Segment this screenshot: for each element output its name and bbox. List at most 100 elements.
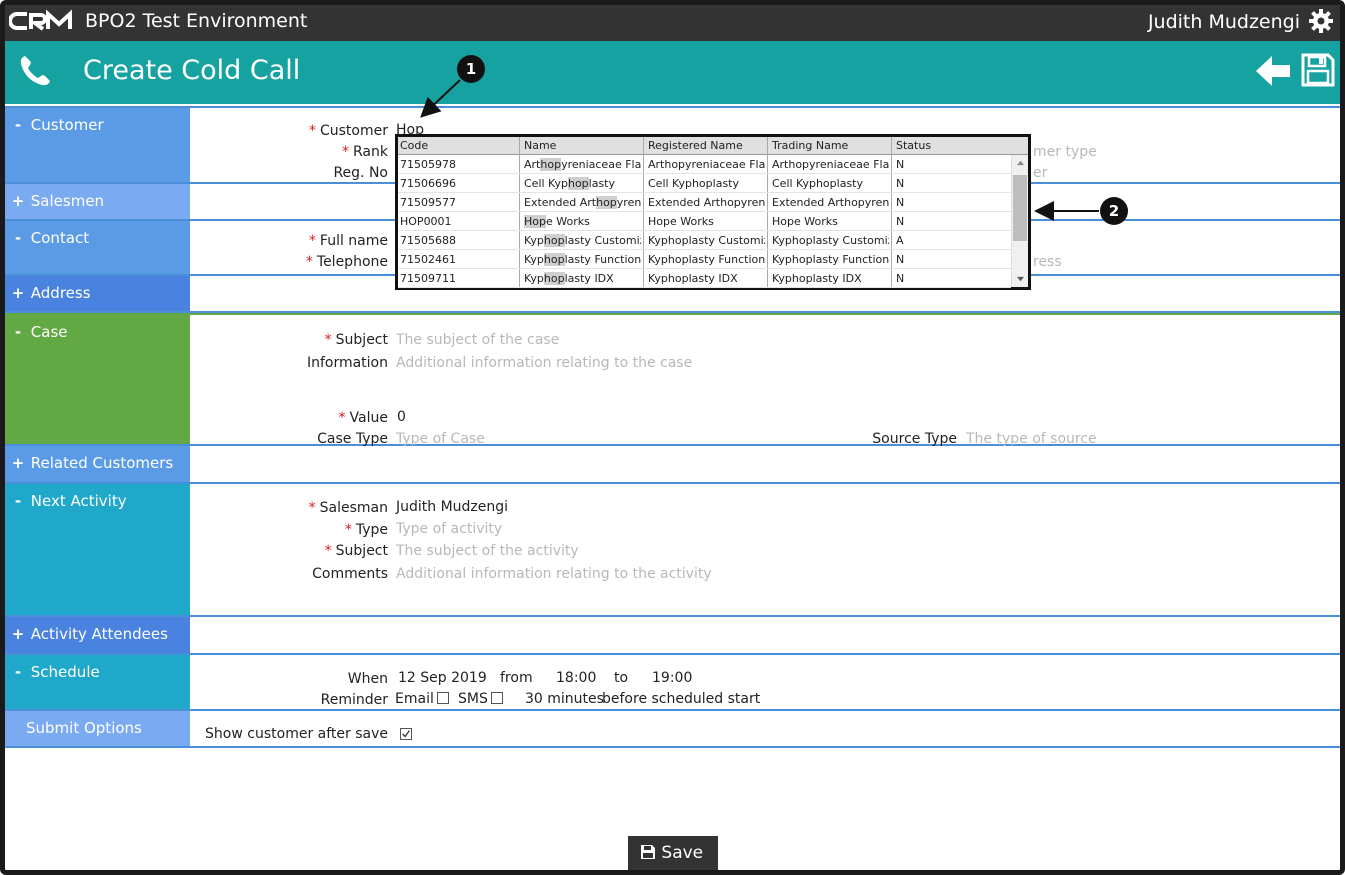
dropdown-scrollbar[interactable] [1011, 155, 1028, 287]
cell-name: Kyphoplasty IDX [524, 272, 641, 285]
match-highlight: hop [543, 253, 565, 266]
case-subject-input[interactable]: The subject of the case [396, 332, 559, 348]
name-text: Extended Art [524, 196, 597, 209]
section-related-customers-header[interactable]: + Related Customers [5, 446, 190, 482]
to-time-input[interactable]: 19:00 [652, 670, 692, 686]
show-customer-checkbox[interactable] [400, 728, 412, 740]
user-name[interactable]: Judith Mudzengi [1148, 11, 1300, 33]
section-title: Case [30, 323, 68, 341]
section-title: Activity Attendees [30, 625, 168, 643]
column-header-code[interactable]: Code [400, 139, 428, 152]
app-window: BPO2 Test Environment Judith Mudzengi Cr… [0, 0, 1345, 875]
section-contact-header[interactable]: - Contact [5, 221, 190, 274]
cell-registered-name: Kyphoplasty Function [648, 253, 765, 266]
scroll-down-icon[interactable] [1016, 276, 1025, 283]
dropdown-row[interactable]: 71506696 Cell Kyphoplasty Cell Kyphoplasty… [398, 174, 1011, 193]
dropdown-row[interactable]: 71505978Arthopyreniaceae FlashArthopyren… [398, 155, 1011, 174]
gear-icon[interactable] [1308, 8, 1334, 34]
dropdown-row[interactable]: 71505688Kyphoplasty CustomizaKyphoplasty… [398, 231, 1011, 250]
section-activity-attendees-header[interactable]: + Activity Attendees [5, 617, 190, 653]
page-title: Create Cold Call [83, 55, 301, 86]
name-text: Art [524, 158, 541, 171]
from-label: from [500, 670, 533, 686]
cell-trading-name: Kyphoplasty IDX [772, 272, 862, 285]
section-schedule-header[interactable]: - Schedule [5, 655, 190, 709]
save-icon[interactable] [1300, 52, 1336, 88]
section-title: Salesmen [30, 192, 105, 210]
section-activity-attendees: + Activity Attendees [5, 617, 1340, 655]
collapse-toggle: - [14, 663, 22, 681]
cell-name: Arthopyreniaceae Flash [524, 158, 641, 171]
source-type-input[interactable]: The type of source [966, 431, 1097, 447]
case-information-input[interactable]: Additional information relating to the c… [396, 355, 692, 371]
name-text: Kyp [524, 272, 544, 285]
cell-registered-name: Extended Arthopyreniac [648, 196, 765, 209]
cell-status: N [896, 253, 905, 266]
section-submit-options-header[interactable]: Submit Options [5, 711, 190, 746]
reminder-label: Reminder [320, 692, 388, 708]
case-value-input[interactable]: 0 [397, 409, 406, 425]
schedule-date-input[interactable]: 12 Sep 2019 [398, 670, 487, 686]
column-header-name[interactable]: Name [524, 139, 556, 152]
section-customer-header[interactable]: - Customer [5, 108, 190, 182]
column-header-status[interactable]: Status [896, 139, 931, 152]
section-next-activity-header[interactable]: - Next Activity [5, 484, 190, 615]
activity-subject-input[interactable]: The subject of the activity [396, 543, 579, 559]
section-salesmen-header[interactable]: + Salesmen [5, 184, 190, 219]
show-customer-label: Show customer after save [205, 726, 388, 742]
case-value-label: * Value [338, 410, 388, 426]
reminder-minutes-input[interactable]: 30 minutes [525, 691, 604, 707]
cell-name: Extended Arthopyrenia [524, 196, 641, 209]
expand-toggle: + [11, 284, 25, 302]
sms-reminder-checkbox[interactable] [490, 692, 503, 704]
cell-trading-name: Kyphoplasty Function [772, 253, 889, 266]
customer-number-placeholder[interactable]: er [1033, 165, 1047, 181]
email-reminder-checkbox[interactable] [436, 692, 449, 704]
sms-reminder: SMS [458, 691, 503, 707]
regno-label: Reg. No [333, 165, 388, 181]
cell-registered-name: Kyphoplasty Customizat [648, 234, 765, 247]
email-reminder: Email [395, 691, 449, 707]
save-button[interactable]: Save [628, 836, 718, 870]
activity-type-input[interactable]: Type of activity [396, 521, 502, 537]
dropdown-row[interactable]: HOP0001 Hope Works Hope Works Hope Works N [398, 212, 1011, 231]
name-text: lasty [588, 177, 616, 190]
salesman-input[interactable]: Judith Mudzengi [396, 499, 508, 515]
case-subject-label: * Subject [324, 332, 388, 348]
column-header-registered-name[interactable]: Registered Name [648, 139, 743, 152]
cell-name: Cell Kyphoplasty [524, 177, 641, 190]
cell-code: 71509711 [400, 272, 456, 285]
cell-name: Hope Works [524, 215, 641, 228]
scroll-up-icon[interactable] [1016, 159, 1025, 166]
dropdown-row[interactable]: 71509711 Kyphoplasty IDX Kyphoplasty IDX Ky… [398, 269, 1011, 288]
activity-comments-input[interactable]: Additional information relating to the a… [396, 566, 712, 582]
cell-code: 71509577 [400, 196, 456, 209]
from-time-input[interactable]: 18:00 [556, 670, 596, 686]
customer-autocomplete-dropdown: Code Name Registered Name Trading Name S… [395, 134, 1031, 290]
match-highlight: hop [596, 196, 617, 209]
section-address-header[interactable]: + Address [5, 276, 190, 311]
phone-icon [20, 56, 50, 86]
column-header-trading-name[interactable]: Trading Name [772, 139, 848, 152]
section-title: Submit Options [26, 719, 142, 737]
cell-code: 71505688 [400, 234, 456, 247]
name-text: yreniaceae Flash [561, 158, 641, 171]
section-title: Contact [30, 229, 90, 247]
section-case: - Case * Subject The subject of the case … [5, 313, 1340, 447]
activity-subject-label: * Subject [324, 543, 388, 559]
email-address-placeholder[interactable]: ress [1033, 254, 1062, 270]
to-label: to [614, 670, 629, 686]
cell-trading-name: Cell Kyphoplasty [772, 177, 863, 190]
cell-registered-name: Cell Kyphoplasty [648, 177, 739, 190]
expand-toggle: + [11, 625, 25, 643]
case-type-label: Case Type [317, 431, 388, 447]
case-type-input[interactable]: Type of Case [396, 431, 485, 447]
back-arrow-icon[interactable] [1254, 53, 1292, 89]
match-highlight: hop [543, 234, 565, 247]
scrollbar-thumb[interactable] [1013, 175, 1027, 241]
dropdown-row[interactable]: 71502461 Kyphoplasty Function Kyphoplasty … [398, 250, 1011, 269]
collapse-toggle: - [14, 492, 22, 510]
dropdown-row[interactable]: 71509577Extended ArthopyreniaExtended Ar… [398, 193, 1011, 212]
customer-type-placeholder[interactable]: mer type [1033, 144, 1097, 160]
section-case-header[interactable]: - Case [5, 315, 190, 444]
